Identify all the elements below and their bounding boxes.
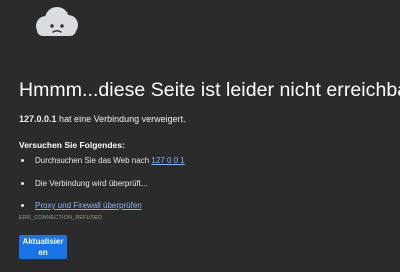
error-code: ERR_CONNECTION_REFUSED (19, 215, 103, 221)
host-name: 127.0.0.1 (19, 114, 57, 124)
suggestion-search-web: Durchsuchen Sie das Web nach 127 0 0 1 (19, 155, 185, 166)
reload-button[interactable]: Aktualisieren (19, 235, 67, 259)
summary-message: hat eine Verbindung verweigert. (56, 114, 186, 124)
suggestion-search-prefix: Durchsuchen Sie das Web nach (35, 156, 152, 165)
sad-cloud-icon (36, 7, 78, 36)
suggestions-list: Durchsuchen Sie das Web nach 127 0 0 1 D… (19, 155, 185, 223)
suggestion-proxy-firewall: Proxy und Firewall überprüfen (19, 200, 185, 211)
page-title: Hmmm...diese Seite ist leider nicht erre… (19, 79, 400, 101)
error-summary: 127.0.0.1 hat eine Verbindung verweigert… (19, 113, 186, 125)
suggestions-heading: Versuchen Sie Folgendes: (19, 140, 125, 150)
search-web-link[interactable]: 127 0 0 1 (151, 156, 184, 165)
suggestion-check-connection: Die Verbindung wird überprüft... (19, 178, 185, 189)
proxy-firewall-link[interactable]: Proxy und Firewall überprüfen (35, 201, 142, 210)
check-connection-text: Die Verbindung wird überprüft... (35, 178, 148, 188)
